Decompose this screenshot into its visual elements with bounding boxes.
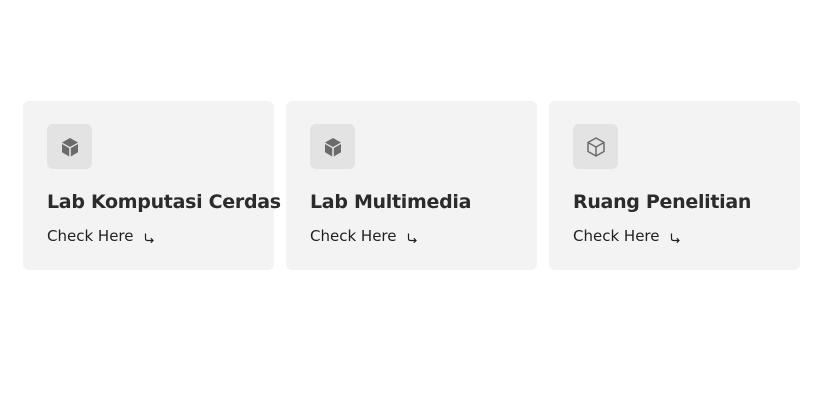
check-here-label: Check Here <box>310 227 397 245</box>
card-ruang-penelitian: Ruang Penelitian Check Here <box>549 101 800 270</box>
card-lab-komputasi-cerdas: Lab Komputasi Cerdas Check Here <box>23 101 281 270</box>
arrow-return-right-icon <box>408 233 418 243</box>
card-title: Ruang Penelitian <box>573 191 752 213</box>
check-here-link[interactable]: Check Here <box>573 226 681 246</box>
check-here-label: Check Here <box>573 227 660 245</box>
icon-container <box>573 124 618 169</box>
cube-filled-icon <box>324 137 341 156</box>
check-here-link[interactable]: Check Here <box>47 226 155 246</box>
card-title: Lab Multimedia <box>310 191 472 213</box>
card-title: Lab Komputasi Cerdas <box>47 191 281 213</box>
check-here-label: Check Here <box>47 227 134 245</box>
card-grid: Lab Komputasi Cerdas Check Here Lab Mult… <box>23 101 800 270</box>
cube-filled-icon <box>61 137 78 156</box>
arrow-return-right-icon <box>145 233 155 243</box>
check-here-link[interactable]: Check Here <box>310 226 418 246</box>
card-lab-multimedia: Lab Multimedia Check Here <box>286 101 537 270</box>
icon-container <box>47 124 92 169</box>
icon-container <box>310 124 355 169</box>
arrow-return-right-icon <box>671 233 681 243</box>
cube-outline-icon <box>586 136 605 157</box>
